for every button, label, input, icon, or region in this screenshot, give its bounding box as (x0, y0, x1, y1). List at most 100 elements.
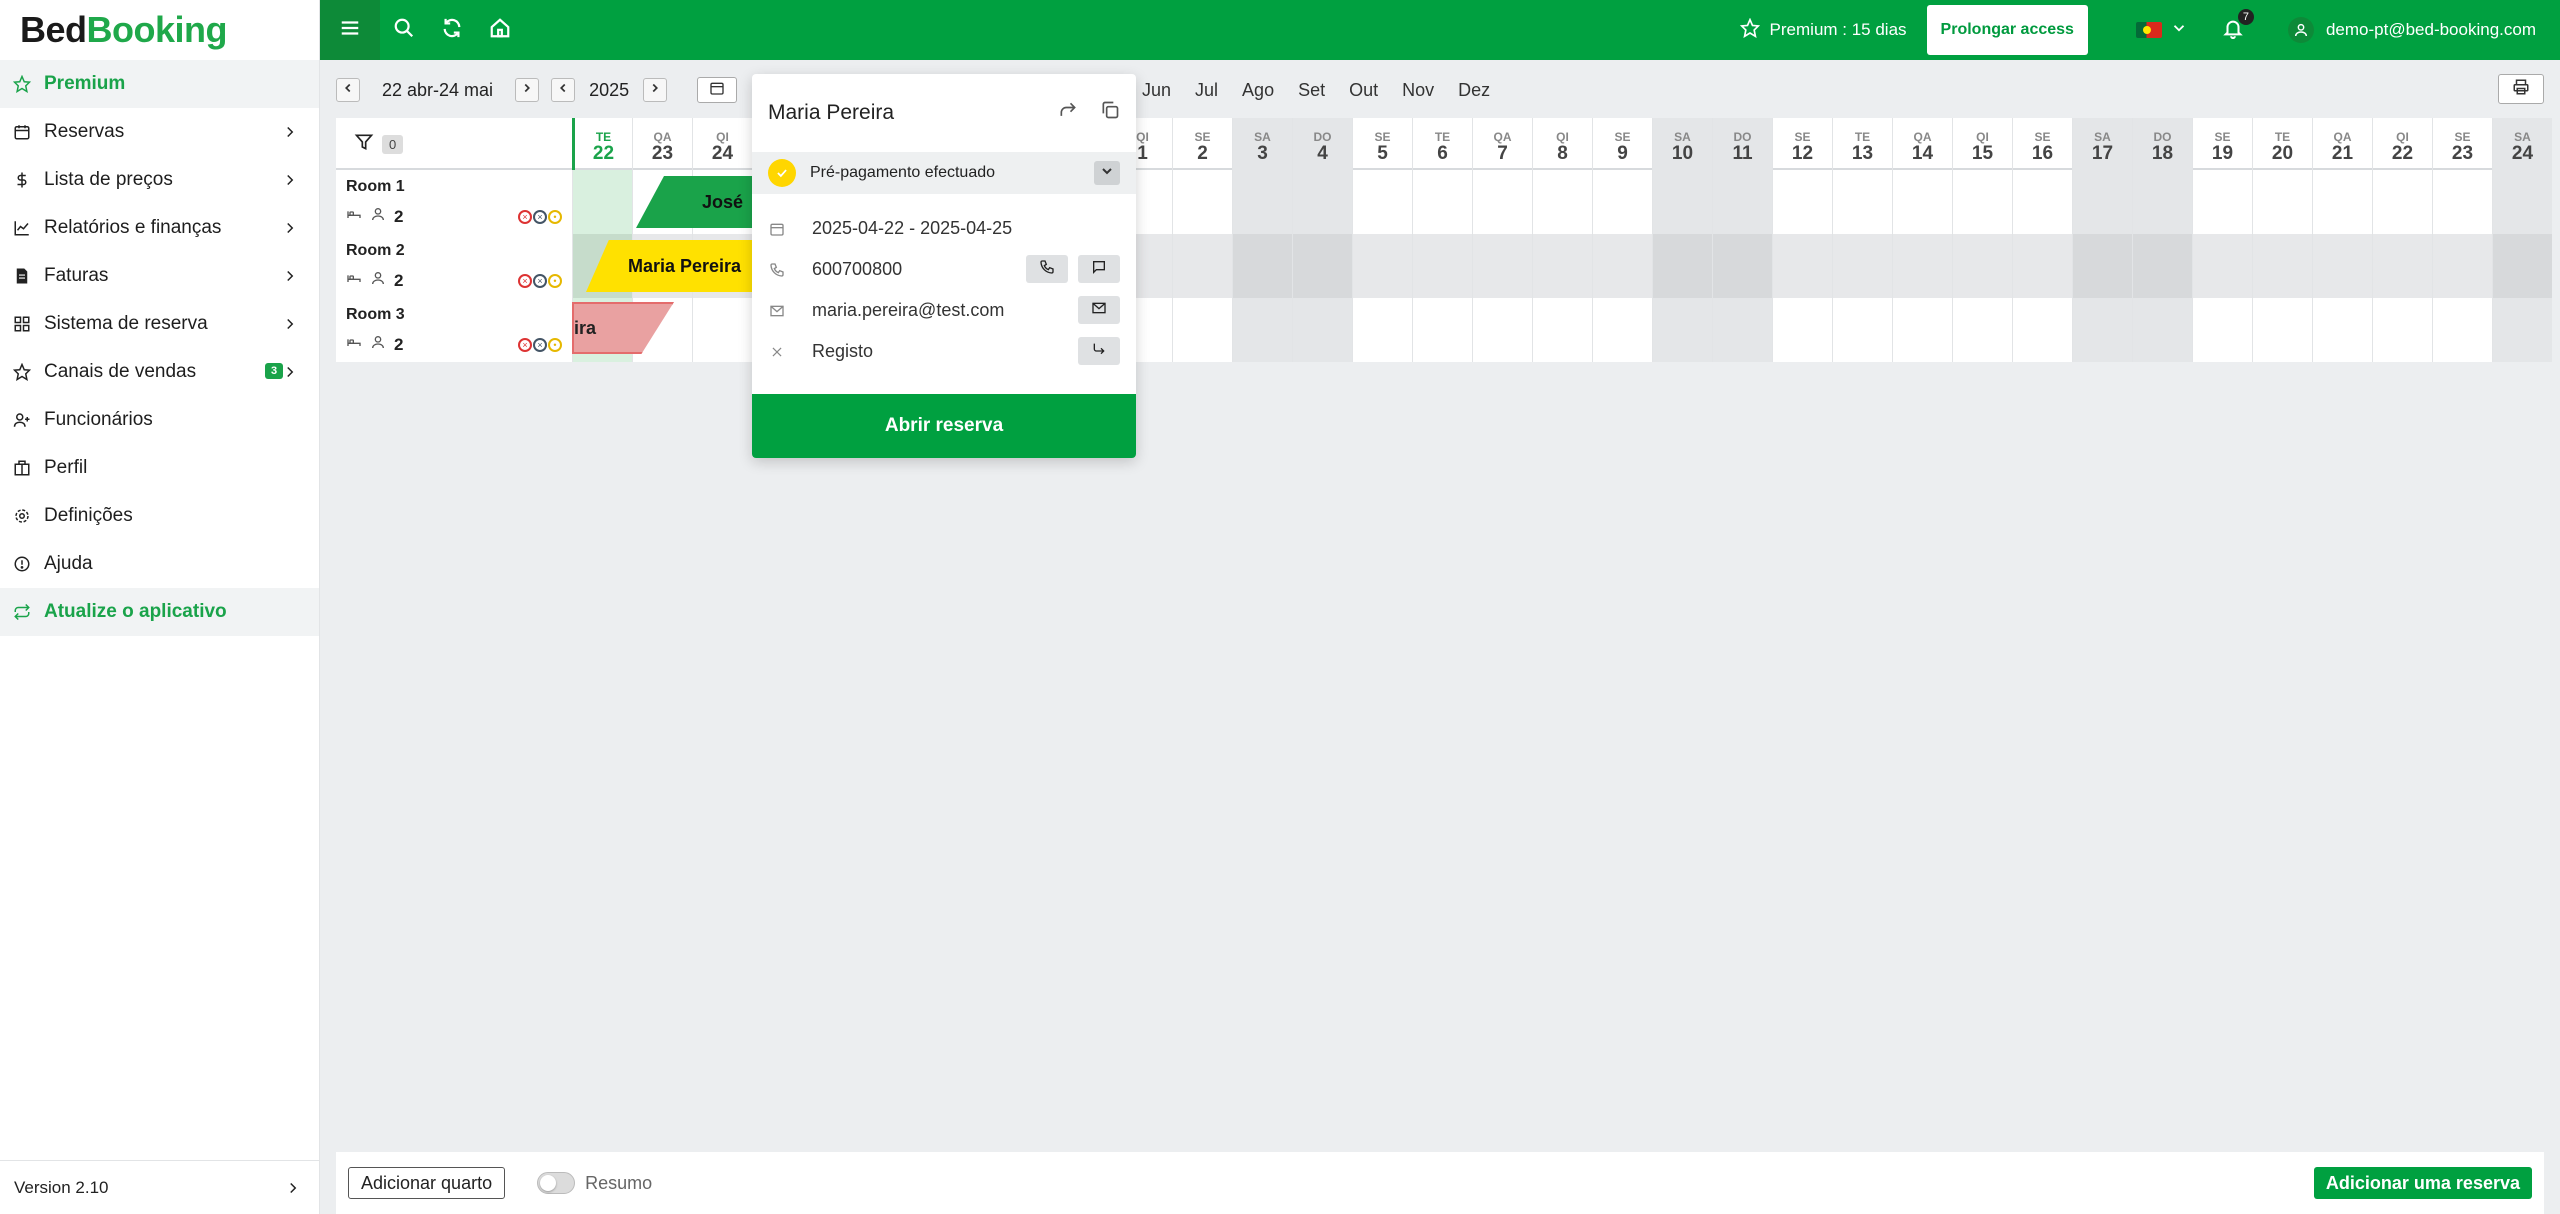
calendar-cell[interactable] (1532, 234, 1592, 298)
sidebar-item-perfil[interactable]: Perfil (0, 444, 319, 492)
day-header[interactable]: SE 5 (1352, 118, 1412, 170)
calendar-cell[interactable] (1592, 234, 1652, 298)
calendar-cell[interactable] (2432, 234, 2492, 298)
premium-status[interactable]: Premium : 15 dias (1739, 17, 1907, 43)
calendar-cell[interactable] (1232, 298, 1292, 362)
next-range-button[interactable] (515, 78, 540, 102)
day-header[interactable]: SA 17 (2072, 118, 2132, 170)
sidebar-item-reservas[interactable]: Reservas (0, 108, 319, 156)
home-button[interactable] (476, 0, 524, 60)
calendar-cell[interactable] (2312, 298, 2372, 362)
month-out[interactable]: Out (1349, 80, 1378, 101)
calendar-cell[interactable] (2432, 170, 2492, 234)
next-year-button[interactable] (643, 78, 668, 102)
sidebar-item-sistema[interactable]: Sistema de reserva (0, 300, 319, 348)
payment-status[interactable]: Pré-pagamento efectuado (752, 152, 1136, 194)
calendar-cell[interactable] (1412, 298, 1472, 362)
sidebar-item-premium[interactable]: Premium (0, 60, 319, 108)
year-label[interactable]: 2025 (589, 80, 629, 101)
registo-button[interactable] (1078, 337, 1120, 365)
month-dez[interactable]: Dez (1458, 80, 1490, 101)
day-header[interactable]: SA 10 (1652, 118, 1712, 170)
month-nov[interactable]: Nov (1402, 80, 1434, 101)
calendar-cell[interactable] (2072, 170, 2132, 234)
version-selector[interactable]: Version 2.10 (0, 1160, 320, 1214)
day-header[interactable]: TE 13 (1832, 118, 1892, 170)
sms-button[interactable] (1078, 255, 1120, 283)
sidebar-item-definicoes[interactable]: Definições (0, 492, 319, 540)
sidebar-item-precos[interactable]: Lista de preços (0, 156, 319, 204)
calendar-cell[interactable] (1952, 298, 2012, 362)
call-button[interactable] (1026, 255, 1068, 283)
prolong-access-button[interactable]: Prolongar access (1926, 5, 2088, 55)
calendar-cell[interactable] (2132, 234, 2192, 298)
calendar-cell[interactable] (2492, 234, 2552, 298)
calendar-cell[interactable] (2072, 234, 2132, 298)
room-label[interactable]: Room 3 2 × × • (336, 298, 572, 362)
day-header[interactable]: TE 22 (572, 118, 632, 170)
calendar-cell[interactable] (1772, 298, 1832, 362)
day-header[interactable]: SE 19 (2192, 118, 2252, 170)
calendar-cell[interactable] (1232, 170, 1292, 234)
room-label[interactable]: Room 1 2 × × • (336, 170, 572, 234)
calendar-cell[interactable] (1592, 170, 1652, 234)
day-header[interactable]: DO 18 (2132, 118, 2192, 170)
calendar-cell[interactable] (1652, 170, 1712, 234)
day-header[interactable]: SE 12 (1772, 118, 1832, 170)
calendar-cell[interactable] (1472, 234, 1532, 298)
room-label[interactable]: Room 2 2 × × • (336, 234, 572, 298)
calendar-cell[interactable] (1892, 170, 1952, 234)
day-header[interactable]: QA 23 (632, 118, 692, 170)
calendar-cell[interactable] (692, 298, 752, 362)
calendar-cell[interactable] (1532, 170, 1592, 234)
logo[interactable]: Bed Booking (0, 0, 319, 60)
day-header[interactable]: QA 14 (1892, 118, 1952, 170)
calendar-cell[interactable] (1832, 298, 1892, 362)
calendar-cell[interactable] (2132, 298, 2192, 362)
prev-range-button[interactable] (336, 78, 360, 102)
copy-icon[interactable] (1100, 100, 1120, 125)
day-header[interactable]: QA 7 (1472, 118, 1532, 170)
calendar-cell[interactable] (1892, 298, 1952, 362)
calendar-cell[interactable] (1172, 298, 1232, 362)
sidebar-item-atualize[interactable]: Atualize o aplicativo (0, 588, 319, 636)
user-menu[interactable]: demo-pt@bed-booking.com (2287, 17, 2536, 43)
calendar-cell[interactable] (1832, 170, 1892, 234)
day-header[interactable]: QI 24 (692, 118, 752, 170)
summary-toggle[interactable] (537, 1172, 576, 1194)
day-header[interactable]: TE 20 (2252, 118, 2312, 170)
calendar-cell[interactable] (1892, 234, 1952, 298)
calendar-cell[interactable] (1412, 170, 1472, 234)
day-header[interactable]: TE 6 (1412, 118, 1472, 170)
language-selector[interactable] (2135, 19, 2188, 42)
sidebar-item-faturas[interactable]: Faturas (0, 252, 319, 300)
dirty-status-icon[interactable]: × (518, 210, 532, 224)
day-header[interactable]: SE 9 (1592, 118, 1652, 170)
filter-button[interactable]: 0 (336, 118, 572, 170)
day-header[interactable]: QI 8 (1532, 118, 1592, 170)
calendar-cell[interactable] (1292, 298, 1352, 362)
calendar-cell[interactable] (2492, 298, 2552, 362)
send-email-button[interactable] (1078, 296, 1120, 324)
calendar-cell[interactable] (572, 170, 632, 234)
calendar-cell[interactable] (2372, 298, 2432, 362)
sidebar-item-canais[interactable]: Canais de vendas 3 (0, 348, 319, 396)
calendar-cell[interactable] (1952, 170, 2012, 234)
sidebar-item-ajuda[interactable]: Ajuda (0, 540, 319, 588)
status-dropdown-button[interactable] (1094, 161, 1120, 185)
blocked-status-icon[interactable]: × (533, 210, 547, 224)
calendar-cell[interactable] (1712, 170, 1772, 234)
calendar-cell[interactable] (1772, 234, 1832, 298)
calendar-cell[interactable] (2252, 234, 2312, 298)
calendar-cell[interactable] (1712, 298, 1772, 362)
calendar-cell[interactable] (2432, 298, 2492, 362)
calendar-cell[interactable] (1952, 234, 2012, 298)
day-header[interactable]: QI 15 (1952, 118, 2012, 170)
calendar-cell[interactable] (2312, 170, 2372, 234)
calendar-cell[interactable] (2372, 234, 2432, 298)
blocked-status-icon[interactable]: × (533, 274, 547, 288)
dirty-status-icon[interactable]: × (518, 274, 532, 288)
calendar-cell[interactable] (2252, 298, 2312, 362)
day-header[interactable]: QA 21 (2312, 118, 2372, 170)
calendar-cell[interactable] (1292, 234, 1352, 298)
